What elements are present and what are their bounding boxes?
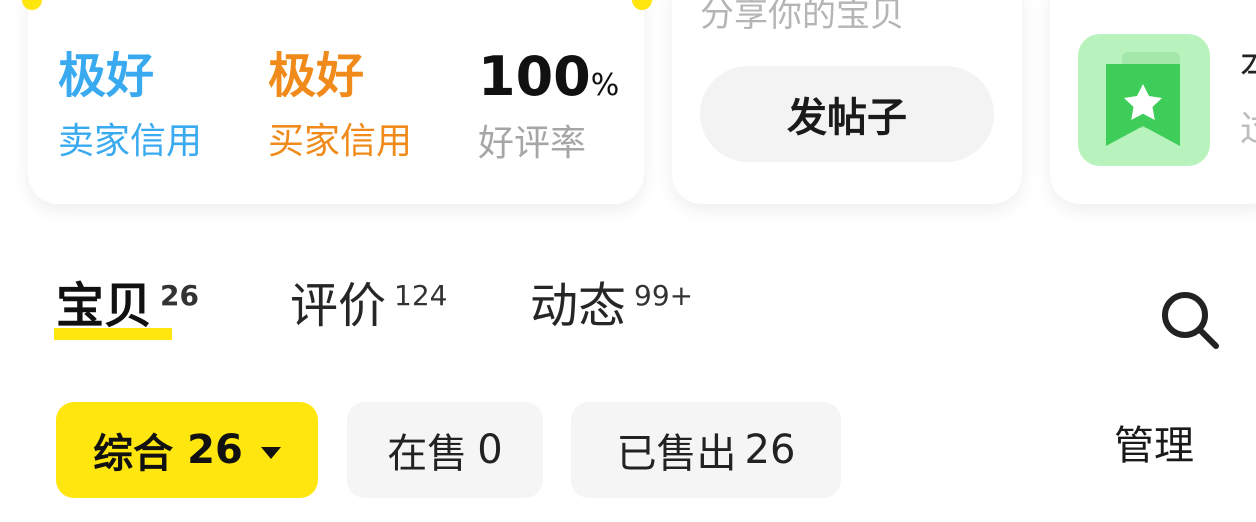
seller-credit-metric: 极好 卖家信用	[58, 52, 202, 160]
tab-reviews[interactable]: 评价 124	[290, 279, 448, 331]
filter-all-label: 综合	[93, 431, 174, 477]
positive-rate-number: 100	[478, 45, 591, 108]
share-subtitle: 分享你的宝贝	[700, 0, 904, 35]
seller-credit-label: 卖家信用	[58, 121, 203, 162]
tab-items[interactable]: 宝贝 26	[54, 279, 199, 340]
star-bookmark-icon	[1078, 34, 1210, 166]
filter-on-sale-label: 在售	[387, 431, 468, 477]
buyer-credit-metric: 极好 买家信用	[268, 52, 412, 160]
buyer-credit-label: 买家信用	[268, 121, 413, 162]
tab-reviews-count: 124	[394, 279, 448, 312]
post-button[interactable]: 发帖子	[700, 66, 994, 162]
filter-sold-label: 已售出	[616, 431, 737, 477]
filter-sold-button[interactable]: 已售出 26	[571, 402, 841, 498]
search-handle	[1197, 327, 1219, 349]
favorites-title-peek: 本	[1240, 48, 1256, 84]
tab-activity[interactable]: 动态 99+	[530, 279, 694, 331]
search-icon[interactable]	[1158, 288, 1222, 352]
tab-reviews-label: 评价	[290, 278, 387, 334]
filter-on-sale-button[interactable]: 在售 0	[347, 402, 543, 498]
filter-sold-count: 26	[744, 427, 796, 473]
manage-button[interactable]: 管理	[1114, 426, 1194, 466]
favorites-subtitle-peek: 过	[1240, 112, 1256, 148]
search-icon-svg	[1162, 292, 1219, 349]
positive-rate-unit: %	[590, 68, 620, 103]
positive-rate-label: 好评率	[478, 123, 587, 164]
buyer-credit-value: 极好	[268, 48, 365, 104]
tab-items-label: 宝贝	[56, 278, 153, 334]
caret-down-icon	[260, 447, 281, 459]
seller-credit-value: 极好	[58, 48, 155, 104]
positive-rate-metric: 100% 好评率	[478, 50, 619, 162]
filter-all-button[interactable]: 综合 26	[56, 402, 318, 498]
star-bookmark-svg	[1106, 52, 1180, 146]
tab-activity-count: 99+	[634, 279, 694, 312]
tab-items-count: 26	[160, 279, 199, 312]
filter-all-count: 26	[187, 427, 243, 473]
positive-rate-value: 100%	[478, 50, 619, 104]
tab-activity-label: 动态	[530, 278, 627, 334]
filter-on-sale-count: 0	[477, 427, 503, 473]
